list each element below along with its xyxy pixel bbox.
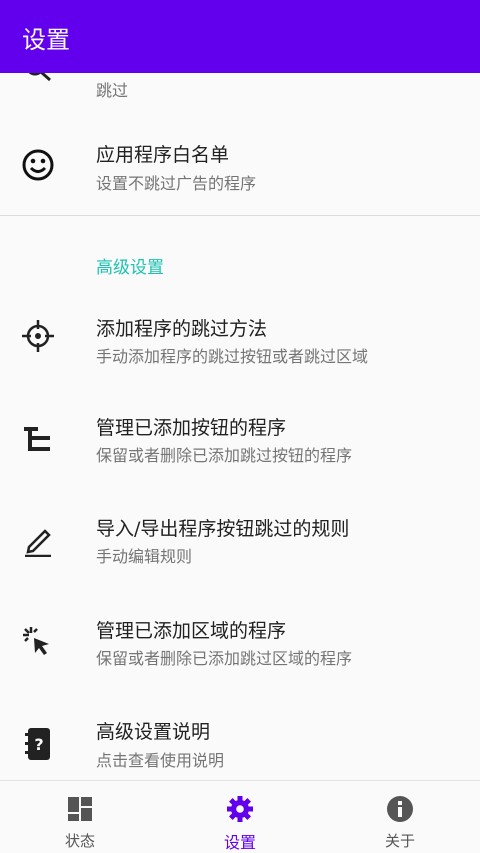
help-book-icon: ?: [20, 726, 56, 762]
item-title: 添加程序的跳过方法: [96, 318, 268, 340]
dashboard-icon: [66, 795, 94, 823]
settings-item-whitelist[interactable]: 应用程序白名单 设置不跳过广告的程序: [0, 123, 480, 213]
click-cursor-icon: [20, 624, 56, 660]
item-subtitle: 手动添加程序的跳过按钮或者跳过区域: [96, 347, 369, 366]
nav-about[interactable]: 关于: [320, 781, 480, 853]
item-subtitle: 保留或者删除已添加跳过区域的程序: [96, 649, 353, 668]
section-header-advanced: 高级设置: [96, 258, 164, 278]
svg-text:?: ?: [34, 735, 43, 754]
item-subtitle: 跳过: [96, 81, 129, 100]
settings-item-import-export[interactable]: 导入/导出程序按钮跳过的规则 手动编辑规则: [0, 496, 480, 592]
smiley-icon: [20, 147, 56, 183]
tree-list-icon: [20, 421, 56, 457]
nav-label: 设置: [223, 833, 256, 852]
nav-label: 状态: [64, 832, 95, 850]
item-title: 管理已添加区域的程序: [96, 620, 287, 642]
nav-settings[interactable]: 设置: [160, 781, 320, 853]
item-subtitle: 手动编辑规则: [96, 547, 193, 566]
item-title: 应用程序白名单: [96, 144, 230, 166]
divider: [0, 215, 480, 216]
item-subtitle: 保留或者删除已添加跳过按钮的程序: [96, 446, 353, 465]
bottom-navigation: 状态 设置 关于: [0, 780, 480, 853]
nav-label: 关于: [384, 832, 415, 850]
item-subtitle: 设置不跳过广告的程序: [96, 174, 257, 193]
settings-item-skip[interactable]: 跳过: [0, 73, 480, 113]
gear-icon: [226, 795, 254, 823]
settings-item-manage-buttons[interactable]: 管理已添加按钮的程序 保留或者删除已添加跳过按钮的程序: [0, 395, 480, 491]
app-bar: 设置: [0, 0, 480, 73]
pencil-icon: [20, 522, 56, 558]
settings-item-advanced-help[interactable]: ? 高级设置说明 点击查看使用说明: [0, 700, 480, 780]
nav-status[interactable]: 状态: [0, 781, 160, 853]
settings-item-manage-areas[interactable]: 管理已添加区域的程序 保留或者删除已添加跳过区域的程序: [0, 598, 480, 694]
item-title: 管理已添加按钮的程序: [96, 417, 287, 439]
settings-list[interactable]: 跳过 应用程序白名单 设置不跳过广告的程序 高级设置 添加程序的跳过方法 手动添…: [0, 73, 480, 780]
item-title: 导入/导出程序按钮跳过的规则: [96, 518, 350, 540]
info-icon: [386, 795, 414, 823]
magnify-icon: [20, 73, 56, 89]
settings-item-add-skip-method[interactable]: 添加程序的跳过方法 手动添加程序的跳过按钮或者跳过区域: [0, 296, 480, 392]
page-title: 设置: [22, 26, 70, 54]
crosshair-icon: [20, 318, 56, 354]
item-subtitle: 点击查看使用说明: [96, 751, 225, 770]
item-title: 高级设置说明: [96, 721, 211, 743]
